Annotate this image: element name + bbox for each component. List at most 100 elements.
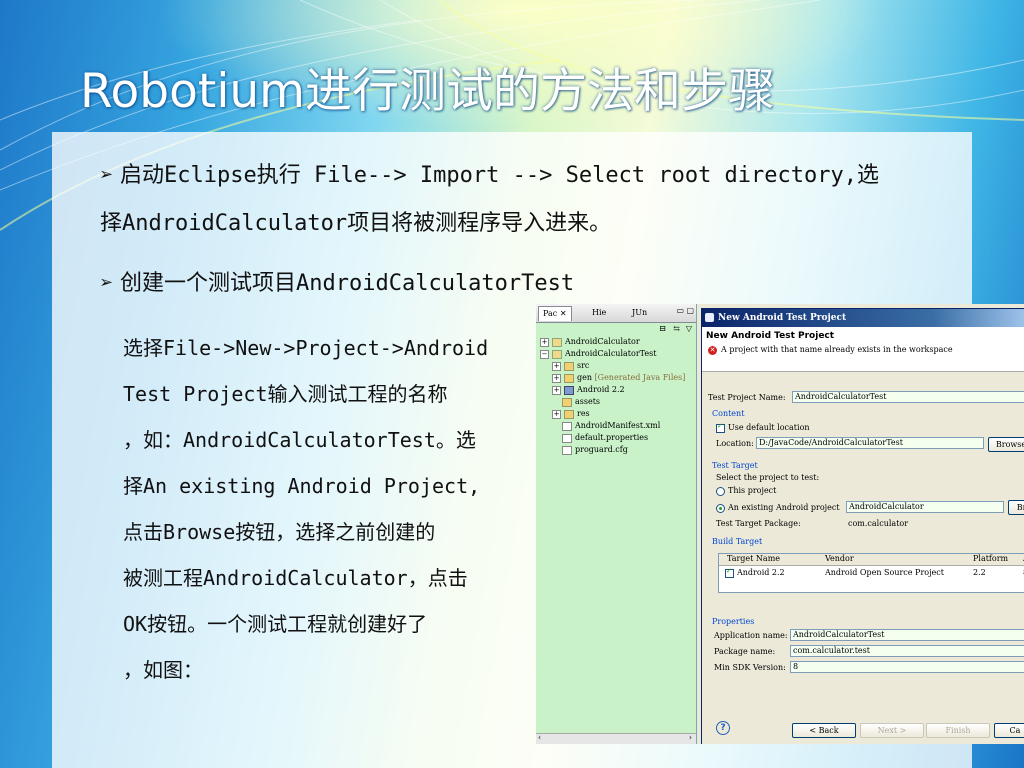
window-icon <box>705 313 714 322</box>
tree-item[interactable]: + Android 2.2 <box>540 384 685 396</box>
content-group-label: Content <box>712 409 745 418</box>
description-line: 选择File->New->Project->Android <box>123 336 489 360</box>
radio-selected-icon[interactable] <box>716 503 725 513</box>
file-icon <box>562 433 572 443</box>
description-line: OK按钮。一个测试工程就创建好了 <box>123 612 428 636</box>
checkbox-checked-icon[interactable] <box>716 422 725 433</box>
finish-button[interactable]: Finish <box>926 723 990 738</box>
tree-item[interactable]: + gen [Generated Java Files] <box>540 372 685 384</box>
help-icon[interactable]: ? <box>716 721 730 735</box>
dialog-titlebar: New Android Test Project <box>702 309 1024 327</box>
bullet-text-line: 启动Eclipse执行 File--> Import --> Select ro… <box>120 163 880 188</box>
slide-title: Robotium进行测试的方法和步骤 <box>80 64 775 119</box>
browse-project-button[interactable]: Bro <box>1008 500 1024 515</box>
test-target-group-label: Test Target <box>712 461 758 470</box>
explorer-tabs: Pac ✕ Hie JUn ▭ ▢ <box>536 304 696 323</box>
error-message: ✕ A project with that name already exists… <box>708 345 953 355</box>
maximize-icon[interactable]: ▢ <box>686 306 694 315</box>
tree-item[interactable]: + AndroidCalculator <box>540 336 685 348</box>
view-menu-icon[interactable]: ▽ <box>686 324 692 333</box>
test-target-package-value: com.calculator <box>848 519 909 528</box>
table-row[interactable]: Android 2.2 Android Open Source Project … <box>719 566 1024 578</box>
application-name-field[interactable]: AndroidCalculatorTest <box>790 629 1024 641</box>
bullet-arrow-icon: ➢ <box>100 163 114 188</box>
description-line: 点击Browse按钮，选择之前创建的 <box>123 520 436 544</box>
bullet-text-line: 创建一个测试项目AndroidCalculatorTest <box>120 271 575 296</box>
properties-group-label: Properties <box>712 617 755 626</box>
tab-package-explorer[interactable]: Pac ✕ <box>538 306 572 321</box>
table-header: Target Name Vendor Platform A <box>719 554 1024 566</box>
explorer-toolbar: ⊟ ⇆ ▽ <box>536 323 696 337</box>
description-line: ，如图： <box>123 658 203 682</box>
description-line: ，如：AndroidCalculatorTest。选 <box>123 428 476 452</box>
expand-icon[interactable]: + <box>552 409 561 419</box>
eclipse-screenshot: Pac ✕ Hie JUn ▭ ▢ ⊟ ⇆ ▽ + AndroidCalculat… <box>536 304 1024 744</box>
tab-junit[interactable]: JUn <box>628 306 651 320</box>
this-project-radio[interactable]: This project <box>716 486 776 496</box>
tree-item[interactable]: proguard.cfg <box>540 444 685 456</box>
collapse-all-icon[interactable]: ⊟ <box>659 324 666 333</box>
project-icon <box>552 337 562 347</box>
expand-icon[interactable]: + <box>552 361 561 371</box>
tree-item[interactable]: AndroidManifest.xml <box>540 420 685 432</box>
new-android-test-project-dialog: New Android Test Project New Android Tes… <box>701 308 1024 744</box>
use-default-location-checkbox[interactable]: Use default location <box>716 422 810 433</box>
min-sdk-label: Min SDK Version: <box>714 663 786 672</box>
build-target-group-label: Build Target <box>712 537 763 546</box>
existing-project-field[interactable]: AndroidCalculator <box>846 501 1004 513</box>
build-target-table: Target Name Vendor Platform A Android 2.… <box>718 553 1024 593</box>
description-line: Test Project输入测试工程的名称 <box>123 382 448 406</box>
tree-item[interactable]: assets <box>540 396 685 408</box>
bullet-create-test-project: ➢ 创建一个测试项目AndroidCalculatorTest <box>100 260 965 308</box>
cancel-button[interactable]: Ca <box>994 723 1024 738</box>
select-project-label: Select the project to test: <box>716 473 820 482</box>
collapse-icon[interactable]: − <box>540 349 549 359</box>
expand-icon[interactable]: + <box>552 373 561 383</box>
tab-hierarchy[interactable]: Hie <box>588 306 610 320</box>
package-explorer: Pac ✕ Hie JUn ▭ ▢ ⊟ ⇆ ▽ + AndroidCalculat… <box>536 304 697 744</box>
library-icon <box>564 385 574 395</box>
bullet-arrow-icon: ➢ <box>100 271 114 296</box>
tree-item[interactable]: default.properties <box>540 432 685 444</box>
test-project-name-field[interactable]: AndroidCalculatorTest <box>792 391 1024 403</box>
existing-project-radio[interactable]: An existing Android project <box>716 503 840 513</box>
file-icon <box>562 445 572 455</box>
description-line: 择An existing Android Project, <box>123 474 481 498</box>
description-line: 被测工程AndroidCalculator，点击 <box>123 566 468 590</box>
project-icon <box>552 349 562 359</box>
description-text: 选择File->New->Project->Android Test Proje… <box>123 325 528 693</box>
min-sdk-field[interactable]: 8 <box>790 661 1024 673</box>
location-label: Location: <box>716 439 754 448</box>
tree-item[interactable]: − AndroidCalculatorTest <box>540 348 685 360</box>
browse-location-button[interactable]: Browse <box>988 437 1024 452</box>
error-icon: ✕ <box>708 345 717 355</box>
horizontal-scrollbar[interactable]: ‹ › <box>536 733 696 744</box>
tree-item[interactable]: + src <box>540 360 685 372</box>
minimize-icon[interactable]: ▭ <box>676 306 684 315</box>
package-name-field[interactable]: com.calculator.test <box>790 645 1024 657</box>
test-project-name-label: Test Project Name: <box>708 393 786 402</box>
test-target-package-label: Test Target Package: <box>716 519 801 528</box>
close-icon[interactable]: ✕ <box>560 309 567 318</box>
link-editor-icon[interactable]: ⇆ <box>673 324 680 333</box>
folder-icon <box>564 373 574 383</box>
bullet-import-project: ➢ 启动Eclipse执行 File--> Import --> Select r… <box>100 152 965 248</box>
expand-icon[interactable]: + <box>552 385 561 395</box>
bullet-text-line: 择AndroidCalculator项目将被测程序导入进来。 <box>100 211 612 236</box>
project-tree: + AndroidCalculator − AndroidCalculatorTes… <box>540 336 685 456</box>
xml-file-icon <box>562 421 572 431</box>
checkbox-checked-icon[interactable] <box>725 567 734 578</box>
radio-icon[interactable] <box>716 486 725 496</box>
tree-item[interactable]: + res <box>540 408 685 420</box>
folder-icon <box>564 361 574 371</box>
next-button[interactable]: Next > <box>860 723 924 738</box>
scroll-left-icon[interactable]: ‹ <box>538 733 541 742</box>
folder-icon <box>564 409 574 419</box>
back-button[interactable]: < Back <box>792 723 856 738</box>
dialog-header: New Android Test Project ✕ A project with… <box>702 327 1024 372</box>
folder-icon <box>562 397 572 407</box>
location-field[interactable]: D:/JavaCode/AndroidCalculatorTest <box>756 437 984 449</box>
application-name-label: Application name: <box>714 631 788 640</box>
scroll-right-icon[interactable]: › <box>689 733 692 742</box>
expand-icon[interactable]: + <box>540 337 549 347</box>
